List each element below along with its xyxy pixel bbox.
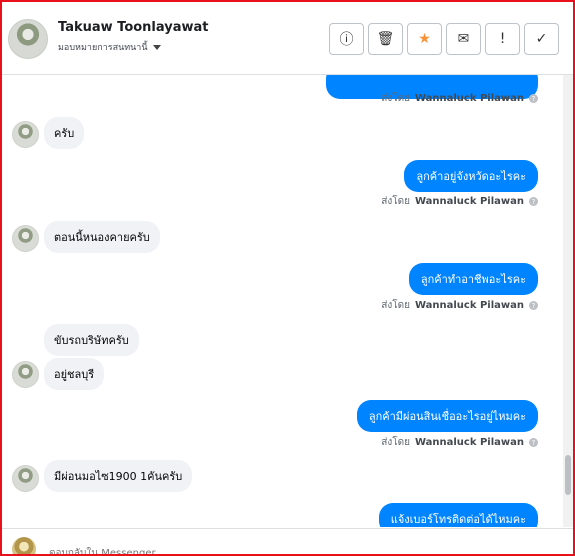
- check-icon: ✓: [535, 31, 548, 47]
- contact-avatar-small: [12, 225, 39, 252]
- message-bubble-incoming: มีผ่อนมอไซ1900 1คันครับ: [44, 460, 193, 492]
- envelope-icon: ✉: [457, 31, 470, 47]
- scrollbar-thumb[interactable]: [565, 455, 571, 495]
- contact-avatar-small: [12, 121, 39, 148]
- trash-icon: 🗑: [376, 31, 395, 47]
- alert-circle-icon: ⓘ: [339, 32, 354, 48]
- chevron-down-icon: [152, 44, 161, 50]
- help-icon[interactable]: ?: [529, 301, 538, 310]
- help-icon[interactable]: ?: [529, 438, 538, 447]
- reply-input[interactable]: [47, 542, 531, 554]
- mark-unread-button[interactable]: ✉: [446, 23, 481, 55]
- thread-scrollbar[interactable]: [563, 75, 573, 527]
- conversation-header: Takuaw Toonlayawat มอบหมายการสนทนานี้ ⓘ …: [2, 2, 573, 75]
- report-spam-button[interactable]: ⓘ: [329, 23, 364, 55]
- assign-conversation-dropdown[interactable]: มอบหมายการสนทนานี้: [58, 40, 161, 54]
- star-icon: ★: [418, 31, 431, 47]
- page-avatar: [12, 537, 36, 554]
- message-bubble-outgoing: แจ้งเบอร์โทรติดต่อได้ไหมคะ: [378, 503, 538, 527]
- help-icon[interactable]: ?: [529, 94, 538, 103]
- message-thread[interactable]: ส่งโดย Wannaluck Pilawan? ครับ ลูกค้าอยู่…: [2, 75, 573, 527]
- contact-name[interactable]: Takuaw Toonlayawat: [58, 20, 209, 35]
- mark-done-button[interactable]: ✓: [524, 23, 559, 55]
- assign-label: มอบหมายการสนทนานี้: [58, 43, 148, 53]
- conversation-toolbar: ⓘ 🗑 ★ ✉ ! ✓: [329, 23, 559, 55]
- help-icon[interactable]: ?: [529, 197, 538, 206]
- sent-by-line: ส่งโดย Wannaluck Pilawan?: [381, 194, 538, 209]
- contact-avatar[interactable]: [8, 19, 48, 59]
- reply-composer: [2, 528, 573, 554]
- delete-button[interactable]: 🗑: [368, 23, 403, 55]
- follow-up-button[interactable]: !: [485, 23, 520, 55]
- contact-avatar-small: [12, 465, 39, 492]
- star-button[interactable]: ★: [407, 23, 442, 55]
- message-bubble-outgoing: ลูกค้าทำอาชีพอะไรคะ: [408, 263, 538, 295]
- messenger-conversation-panel: Takuaw Toonlayawat มอบหมายการสนทนานี้ ⓘ …: [0, 0, 575, 556]
- message-bubble-incoming: ขับรถบริษัทครับ: [44, 324, 139, 356]
- sent-by-line: ส่งโดย Wannaluck Pilawan?: [381, 298, 538, 313]
- message-bubble-outgoing: ลูกค้าอยู่จังหวัดอะไรคะ: [404, 160, 538, 192]
- contact-avatar-small: [12, 361, 39, 388]
- message-bubble-incoming: ครับ: [44, 117, 85, 149]
- sent-by-line: ส่งโดย Wannaluck Pilawan?: [381, 91, 538, 106]
- message-bubble-outgoing: ลูกค้ามีผ่อนสินเชื่ออะไรอยู่ไหมคะ: [356, 400, 538, 432]
- sent-by-line: ส่งโดย Wannaluck Pilawan?: [381, 435, 538, 450]
- message-bubble-incoming: ตอนนี้หนองคายครับ: [44, 221, 160, 253]
- exclamation-icon: !: [499, 31, 506, 47]
- message-bubble-incoming: อยู่ชลบุรี: [44, 358, 105, 390]
